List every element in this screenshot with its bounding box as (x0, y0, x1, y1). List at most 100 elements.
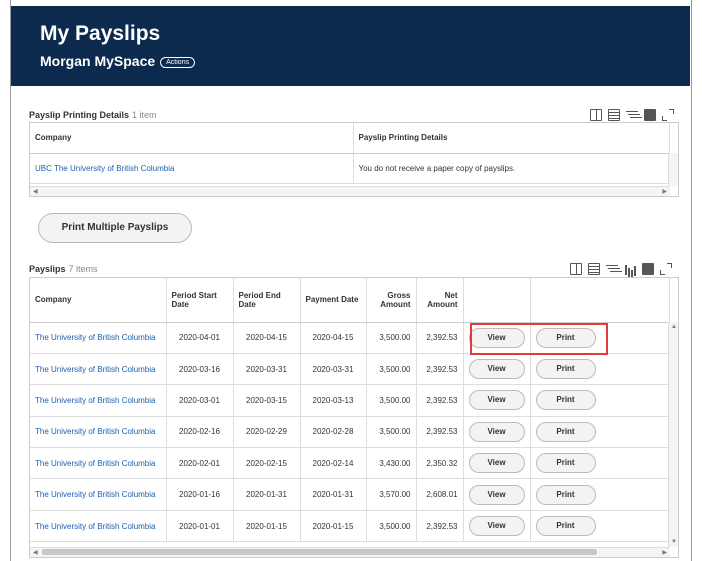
view-button[interactable]: View (468, 453, 525, 474)
split-view-icon[interactable] (570, 263, 582, 275)
table-row: The University of British Columbia 2020-0… (30, 384, 670, 417)
period-end-cell: 2020-02-15 (233, 447, 301, 480)
company-link[interactable]: The University of British Columbia (30, 353, 167, 386)
view-button[interactable]: View (468, 390, 525, 411)
col-printing-details[interactable]: Payslip Printing Details (353, 123, 670, 154)
header-row: Company Period Start Date Period End Dat… (30, 278, 670, 323)
view-cell: View (463, 384, 531, 417)
net-amount-cell: 2,350.32 (416, 447, 464, 480)
col-payment-date[interactable]: Payment Date (300, 278, 367, 323)
view-cell: View (463, 416, 531, 449)
company-link[interactable]: The University of British Columbia (30, 416, 167, 449)
scroll-right-icon[interactable]: ▶ (662, 549, 667, 556)
period-start-cell: 2020-02-01 (166, 447, 234, 480)
columns-icon[interactable] (642, 263, 654, 275)
table-row: UBC The University of British Columbia Y… (30, 153, 670, 184)
payslips-count: 7 items (68, 264, 98, 274)
printing-details-toolbar (590, 109, 674, 121)
payment-date-cell: 2020-01-15 (300, 510, 367, 543)
scroll-right-icon[interactable]: ▶ (662, 188, 667, 195)
payment-date-cell: 2020-04-15 (300, 322, 367, 354)
actions-button[interactable]: Actions (160, 57, 196, 68)
period-start-cell: 2020-01-01 (166, 510, 234, 543)
fullscreen-icon[interactable] (662, 109, 674, 121)
table-row: The University of British Columbia 2020-0… (30, 510, 670, 543)
period-end-cell: 2020-04-15 (233, 322, 301, 354)
list-view-icon[interactable] (608, 109, 620, 121)
horizontal-scrollbar[interactable]: ◀ ▶ (30, 547, 670, 557)
col-company[interactable]: Company (30, 278, 167, 323)
company-link[interactable]: UBC The University of British Columbia (30, 153, 354, 184)
filter-icon[interactable] (606, 263, 618, 275)
vertical-scrollbar[interactable] (668, 153, 678, 186)
col-gross[interactable]: Gross Amount (366, 278, 417, 323)
col-company[interactable]: Company (30, 123, 354, 154)
horizontal-scrollbar[interactable]: ◀ ▶ (30, 186, 670, 196)
worker-name: Morgan MySpace (40, 53, 156, 69)
table-row: The University of British Columbia 2020-0… (30, 447, 670, 480)
col-period-end[interactable]: Period End Date (233, 278, 301, 323)
net-amount-cell: 2,392.53 (416, 416, 464, 449)
print-button[interactable]: Print (535, 359, 596, 380)
print-highlight-box (470, 323, 608, 355)
view-button[interactable]: View (468, 359, 525, 380)
page-title: My Payslips (40, 22, 161, 45)
scroll-left-icon[interactable]: ◀ (33, 188, 38, 195)
columns-icon[interactable] (644, 109, 656, 121)
payslips-grid: Company Period Start Date Period End Dat… (29, 277, 679, 558)
printing-details-value: You do not receive a paper copy of paysl… (353, 153, 670, 184)
payment-date-cell: 2020-02-28 (300, 416, 367, 449)
print-button[interactable]: Print (535, 421, 596, 442)
view-cell: View (463, 353, 531, 386)
payment-date-cell: 2020-03-13 (300, 384, 367, 417)
col-print (530, 278, 670, 323)
print-button[interactable]: Print (535, 390, 596, 411)
view-button[interactable]: View (468, 421, 525, 442)
period-end-cell: 2020-02-29 (233, 416, 301, 449)
gross-amount-cell: 3,500.00 (366, 384, 417, 417)
print-button[interactable]: Print (535, 453, 596, 474)
company-link[interactable]: The University of British Columbia (30, 510, 167, 543)
table-row: The University of British Columbia 2020-0… (30, 353, 670, 386)
list-view-icon[interactable] (588, 263, 600, 275)
view-button[interactable]: View (468, 516, 525, 537)
scroll-up-icon[interactable]: ▲ (671, 324, 677, 330)
gross-amount-cell: 3,500.00 (366, 322, 417, 354)
chart-icon[interactable] (624, 263, 636, 275)
page-header: My Payslips Morgan MySpace Actions (11, 6, 690, 86)
scroll-left-icon[interactable]: ◀ (33, 549, 38, 556)
period-start-cell: 2020-04-01 (166, 322, 234, 354)
print-button[interactable]: Print (535, 484, 596, 505)
net-amount-cell: 2,392.53 (416, 353, 464, 386)
filter-icon[interactable] (626, 109, 638, 121)
company-link[interactable]: The University of British Columbia (30, 384, 167, 417)
print-button[interactable]: Print (535, 516, 596, 537)
col-net[interactable]: Net Amount (416, 278, 464, 323)
print-multiple-payslips-button[interactable]: Print Multiple Payslips (38, 213, 192, 243)
scrollbar-thumb[interactable] (42, 549, 597, 555)
view-cell: View (463, 447, 531, 480)
view-button[interactable]: View (468, 484, 525, 505)
scroll-down-icon[interactable]: ▼ (671, 539, 677, 545)
company-link[interactable]: The University of British Columbia (30, 478, 167, 511)
printing-details-grid: Company Payslip Printing Details UBC The… (29, 122, 679, 197)
period-start-cell: 2020-02-16 (166, 416, 234, 449)
period-start-cell: 2020-03-01 (166, 384, 234, 417)
col-period-start[interactable]: Period Start Date (166, 278, 234, 323)
print-cell: Print (530, 510, 670, 543)
gross-amount-cell: 3,500.00 (366, 510, 417, 543)
period-start-cell: 2020-01-16 (166, 478, 234, 511)
period-end-cell: 2020-01-15 (233, 510, 301, 543)
print-cell: Print (530, 384, 670, 417)
payment-date-cell: 2020-01-31 (300, 478, 367, 511)
payslips-title: Payslips 7 items (29, 264, 98, 274)
company-link[interactable]: The University of British Columbia (30, 322, 167, 354)
payslips-toolbar (570, 263, 672, 275)
fullscreen-icon[interactable] (660, 263, 672, 275)
period-start-cell: 2020-03-16 (166, 353, 234, 386)
period-end-cell: 2020-03-15 (233, 384, 301, 417)
company-link[interactable]: The University of British Columbia (30, 447, 167, 480)
vertical-scrollbar[interactable]: ▲ ▼ (668, 322, 678, 547)
gross-amount-cell: 3,500.00 (366, 353, 417, 386)
split-view-icon[interactable] (590, 109, 602, 121)
